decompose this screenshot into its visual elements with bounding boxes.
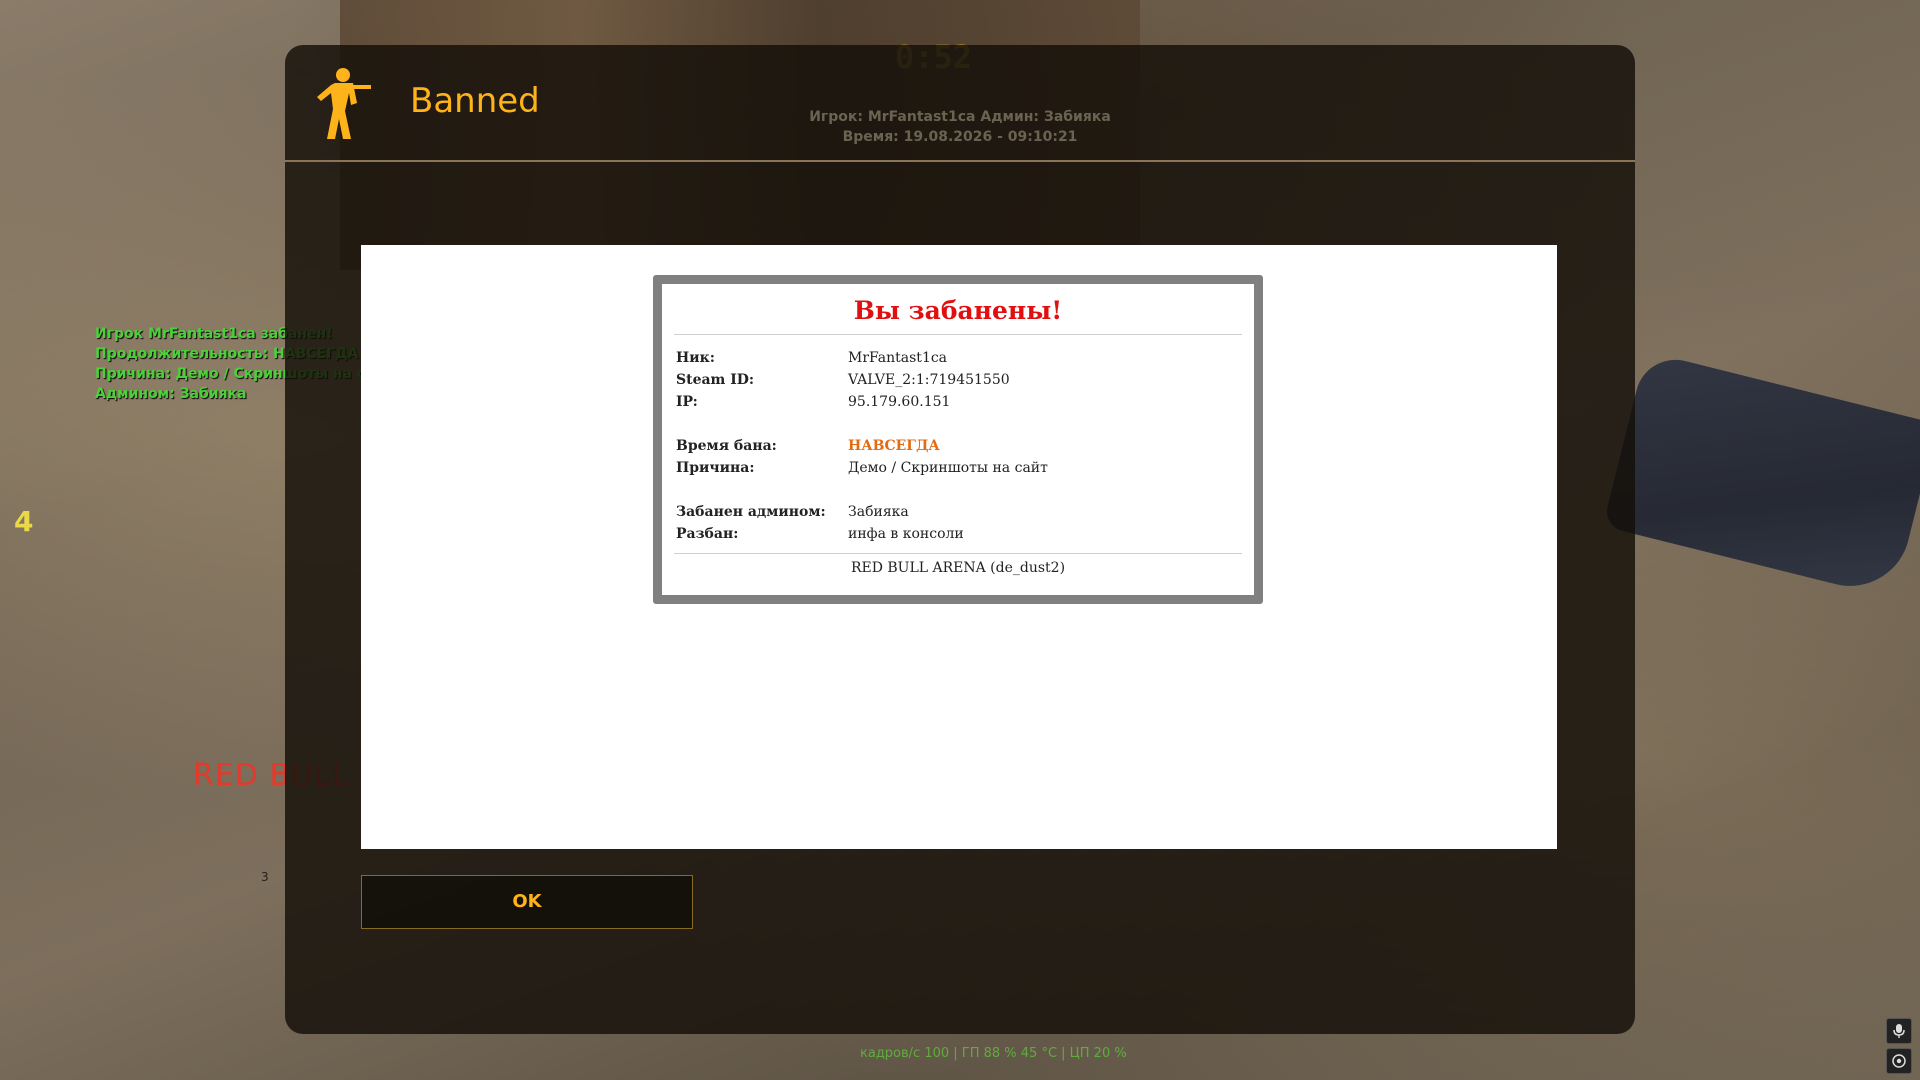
server-name-footer: RED BULL ARENA (de_dust2) [850,560,1066,576]
background-number: 3 [261,870,269,884]
row-value: MrFantast1ca [848,350,948,366]
row-label: Ник: [676,350,715,366]
row-label: Причина: [676,460,755,476]
ban-row-duration: Время бана: НАВСЕГДА [676,435,1240,457]
row-value: Забияка [848,504,909,520]
row-label: Steam ID: [676,372,755,388]
row-label: Время бана: [676,438,777,454]
ban-dialog: Banned Игрок: MrFantast1ca Админ: Забияк… [285,45,1635,1034]
dialog-header: Banned Игрок: MrFantast1ca Админ: Забияк… [285,45,1635,162]
performance-stats: кадров/с 100 | ГП 88 % 45 °C | ЦП 20 % [860,1046,1127,1061]
ban-heading: Вы забанены! [853,296,1063,325]
ok-button[interactable]: OK [361,875,693,929]
row-value: 95.179.60.151 [848,394,951,410]
motd-content: Вы забанены! Ник: MrFantast1ca Steam ID:… [361,245,1557,849]
settings-icon [1886,1048,1912,1074]
ban-details: Ник: MrFantast1ca Steam ID: VALVE_2:1:71… [662,335,1254,553]
header-info-player-admin: Игрок: MrFantast1ca Админ: Забияка [809,109,1111,125]
hud-round-indicator: 4 [14,505,34,538]
ban-row-unban: Разбан: инфа в консоли [676,523,1240,545]
ban-row-nick: Ник: MrFantast1ca [676,347,1240,369]
ban-row-reason: Причина: Демо / Скриншоты на сайт [676,457,1240,479]
ban-row-steamid: Steam ID: VALVE_2:1:719451550 [676,369,1240,391]
ban-info-box: Вы забанены! Ник: MrFantast1ca Steam ID:… [653,275,1263,604]
background-player-model [1602,351,1920,599]
microphone-icon [1886,1018,1912,1044]
row-label: IP: [676,394,698,410]
ban-row-admin: Забанен админом: Забияка [676,501,1240,523]
header-info: Игрок: MrFantast1ca Админ: Забияка Время… [285,107,1635,147]
game-scene: Игрок MrFantast1ca забанен! Продолжитель… [0,0,1920,1080]
row-value: VALVE_2:1:719451550 [848,372,1010,388]
row-label: Забанен админом: [676,504,826,520]
row-label: Разбан: [676,526,739,542]
header-info-time: Время: 19.08.2026 - 09:10:21 [842,129,1078,145]
row-value: Демо / Скриншоты на сайт [848,460,1048,476]
row-value: инфа в консоли [848,526,964,542]
row-value: НАВСЕГДА [848,438,940,454]
ban-row-ip: IP: 95.179.60.151 [676,391,1240,413]
